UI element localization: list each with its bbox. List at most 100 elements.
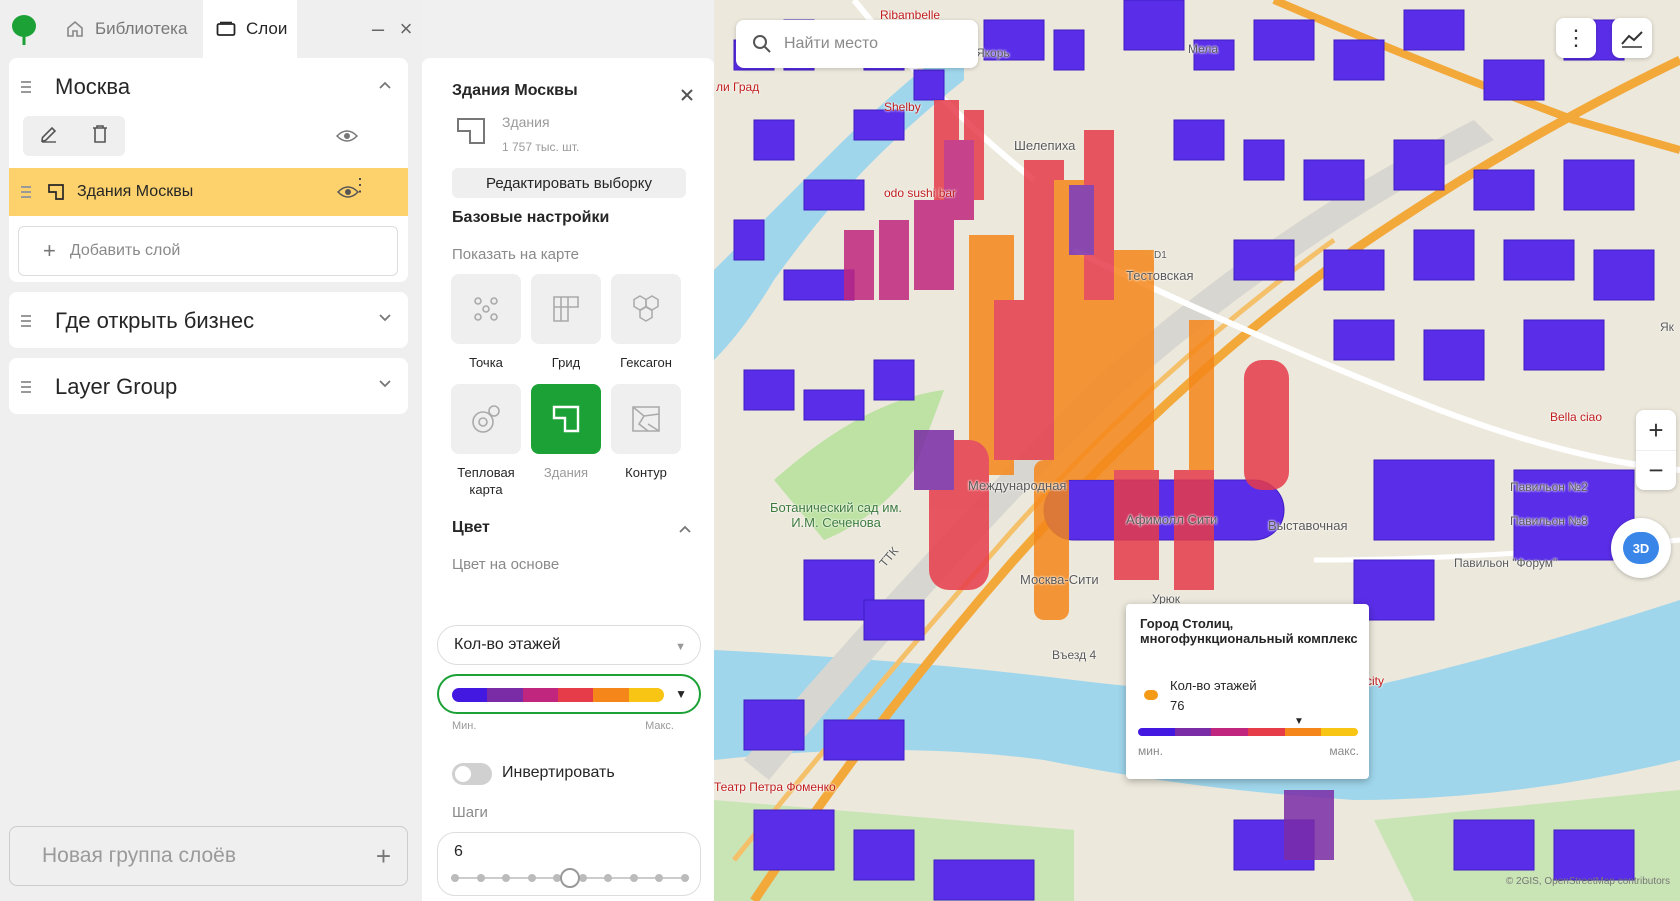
search-icon: [753, 35, 771, 53]
map-copyright: © 2GIS, OpenStreetMap contributors: [1505, 876, 1670, 887]
visibility-eye-icon[interactable]: [336, 129, 358, 143]
close-settings-button[interactable]: [680, 82, 694, 108]
palette-color-segment: [487, 688, 523, 702]
map-label[interactable]: Павильон "Форум": [1454, 556, 1557, 570]
map-label[interactable]: Москва-Сити: [1020, 572, 1099, 587]
layer-group-moscow: Москва Здания Москвы ⋮ + Добавить слой: [9, 58, 408, 282]
tab-library[interactable]: Библиотека: [64, 0, 187, 58]
chevron-down-icon[interactable]: [378, 376, 392, 390]
invert-toggle[interactable]: [452, 763, 492, 785]
contour-icon: [611, 384, 681, 454]
palette-color-segment: [1174, 728, 1212, 736]
map-label[interactable]: Въезд 4: [1052, 648, 1096, 662]
map-label[interactable]: Тестовская: [1126, 268, 1193, 283]
group-header[interactable]: Где открыть бизнес: [9, 292, 408, 350]
layer-row-buildings[interactable]: Здания Москвы ⋮: [9, 168, 408, 216]
layer-group-business[interactable]: Где открыть бизнес: [9, 292, 408, 348]
chart-button[interactable]: [1612, 18, 1652, 58]
palette-color-segment: [1138, 728, 1175, 736]
hexagon-icon: [611, 274, 681, 344]
steps-slider[interactable]: [451, 868, 689, 888]
map-label[interactable]: Shelby: [884, 100, 921, 114]
layer-type: Здания: [502, 114, 550, 130]
map-search-input[interactable]: Найти место: [736, 20, 978, 68]
plus-icon: +: [43, 238, 56, 263]
viz-option-point[interactable]: Точка: [450, 274, 522, 371]
palette-color-segment: [1321, 728, 1358, 736]
palette-color-segment: [1211, 728, 1249, 736]
map-label[interactable]: ли Град: [716, 80, 759, 94]
map-label[interactable]: Мела: [1188, 42, 1218, 56]
palette-color-segment: [522, 688, 558, 702]
new-layer-group-button[interactable]: Новая группа слоёв +: [9, 826, 408, 886]
more-menu-icon[interactable]: ⋮: [351, 176, 369, 194]
palette-color-segment: [1248, 728, 1285, 736]
zoom-in-button[interactable]: +: [1636, 410, 1676, 450]
slider-tick: [604, 874, 613, 882]
show-on-map-label: Показать на карте: [452, 246, 580, 263]
edit-selection-button[interactable]: Редактировать выборку: [452, 168, 686, 198]
slider-tick: [681, 874, 689, 882]
map-label[interactable]: Театр Петра Фоменко: [714, 780, 836, 794]
more-vertical-icon: ⋮: [1565, 25, 1587, 50]
viz-option-label: Здания: [543, 465, 589, 480]
minimize-button[interactable]: –: [366, 16, 390, 42]
map-label[interactable]: D1: [1154, 250, 1167, 261]
tab-layers[interactable]: Слои: [203, 0, 297, 58]
map-menu-button[interactable]: ⋮: [1556, 18, 1596, 58]
popup-gradient: [1138, 728, 1358, 736]
plus-icon: +: [375, 841, 391, 871]
building-layer-icon: [48, 184, 64, 200]
btn-3d-label: 3D: [1623, 532, 1659, 564]
zoom-out-button[interactable]: −: [1636, 450, 1676, 490]
popup-value: 76: [1170, 698, 1185, 713]
color-field-select[interactable]: Кол-во этажей ▼: [437, 625, 701, 665]
top-bar: Библиотека Слои – ×: [0, 0, 422, 58]
viz-option-grid[interactable]: Грид: [530, 274, 602, 371]
close-panel-button[interactable]: ×: [394, 16, 418, 42]
group-header[interactable]: Москва: [9, 58, 408, 116]
viz-option-buildings[interactable]: Здания: [530, 384, 602, 481]
drag-handle-icon[interactable]: [21, 315, 33, 327]
palette-color-segment: [557, 688, 594, 702]
map-label[interactable]: Международная: [968, 478, 1066, 493]
viz-option-hexagon[interactable]: Гексагон: [610, 274, 682, 371]
drag-handle-icon[interactable]: [21, 81, 33, 93]
slider-knob[interactable]: [560, 868, 580, 888]
map-label[interactable]: Афимолл Сити: [1126, 512, 1217, 527]
drag-handle-icon[interactable]: [21, 186, 33, 198]
map-label[interactable]: Як: [1660, 320, 1674, 334]
map-label[interactable]: Bella ciao: [1550, 410, 1602, 424]
delete-icon[interactable]: [91, 124, 109, 149]
map-label[interactable]: Павильон №2: [1510, 480, 1588, 494]
drag-handle-icon[interactable]: [21, 381, 33, 393]
slider-tick: [476, 874, 485, 882]
map-label[interactable]: Шелепиха: [1014, 138, 1075, 153]
edit-icon[interactable]: [39, 124, 59, 149]
palette-color-segment: [452, 688, 488, 702]
chevron-down-icon[interactable]: [378, 310, 392, 324]
viz-option-heatmap[interactable]: Тепловая карта: [450, 384, 522, 498]
layer-group-generic[interactable]: Layer Group: [9, 358, 408, 414]
map-label[interactable]: Выставочная: [1268, 518, 1347, 533]
add-layer-button[interactable]: + Добавить слой: [18, 226, 398, 276]
chevron-up-icon[interactable]: [678, 522, 692, 541]
map-label[interactable]: Якорь: [976, 46, 1010, 60]
logo-icon: [12, 15, 36, 45]
chevron-down-icon: ▼: [675, 641, 686, 653]
map-view[interactable]: Ribambelle Якорь Мела Shelby Шелепиха ли…: [714, 0, 1680, 901]
steps-control: 6: [437, 832, 701, 896]
chevron-up-icon[interactable]: [378, 78, 392, 92]
palette-select[interactable]: ▼: [437, 674, 701, 714]
toggle-3d-button[interactable]: 3D: [1611, 518, 1671, 578]
popup-value-marker-icon: ▼: [1294, 716, 1304, 727]
map-label[interactable]: odo sushi bar: [884, 186, 956, 200]
map-label[interactable]: Ботанический сад им. И.М. Сеченова: [770, 500, 902, 530]
viz-option-contour[interactable]: Контур: [610, 384, 682, 481]
group-title: Layer Group: [55, 374, 178, 399]
layer-settings-panel: Здания Москвы Здания 1 757 тыс. шт. Реда…: [422, 58, 714, 901]
group-header[interactable]: Layer Group: [9, 358, 408, 416]
map-label[interactable]: Павильон №8: [1510, 514, 1588, 528]
layer-name: Здания Москвы: [77, 183, 194, 200]
steps-label: Шаги: [452, 804, 488, 821]
